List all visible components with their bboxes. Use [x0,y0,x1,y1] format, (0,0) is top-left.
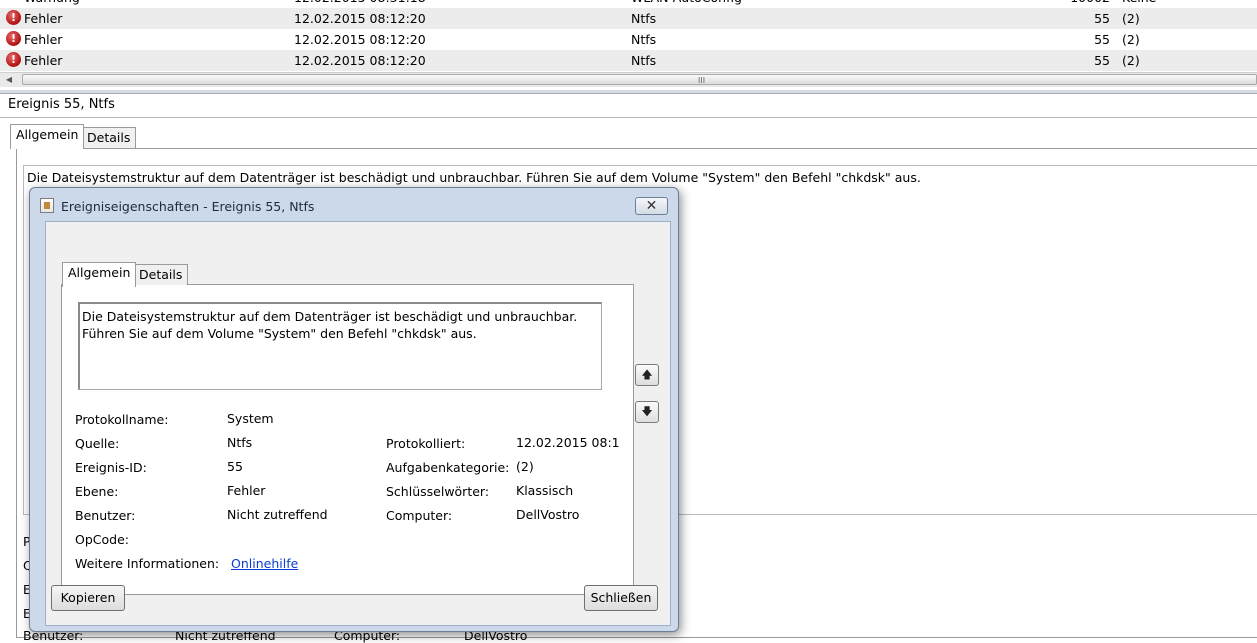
scroll-left-icon[interactable]: ◀ [2,73,16,87]
source-cell: Ntfs [631,32,657,47]
user-label: Benutzer: [75,508,136,523]
category-cell: (2) [1122,53,1140,68]
close-button[interactable]: Schließen [584,585,658,611]
table-row[interactable]: Warnung 12.02.2015 08:31:18 WLAN-AutoCon… [0,0,1257,8]
copy-button[interactable]: Kopieren [51,585,125,611]
id-cell: 55 [1094,11,1110,26]
logged-value: 12.02.2015 08:1 [516,435,620,450]
task-category-label: Aufgabenkategorie: [386,460,510,475]
category-cell: (2) [1122,32,1140,47]
level-value: Fehler [227,483,266,498]
arrow-up-icon: 🡅 [641,368,653,381]
arrow-down-icon: 🡇 [641,405,653,418]
user-value: Nicht zutreffend [227,507,328,522]
dialog-tab-allgemein[interactable]: Allgemein [62,262,137,287]
level-label: Ebene: [75,484,119,499]
event-id-value: 55 [227,459,243,474]
error-icon: ! [6,31,21,46]
computer-value: DellVostro [516,507,580,522]
logged-label: Protokolliert: [386,436,466,451]
source-cell: Ntfs [631,53,657,68]
event-description: Die Dateisystemstruktur auf dem Datenträ… [27,170,921,185]
computer-label: Computer: [386,508,453,523]
general-panel: Die Dateisystemstruktur auf dem Datenträ… [61,284,634,595]
dialog-client: Die Dateisystemstruktur auf dem Datenträ… [45,221,671,626]
divider [0,117,1257,118]
description-field[interactable]: Die Dateisystemstruktur auf dem Datenträ… [78,302,602,390]
event-properties-dialog: Ereigniseigenschaften - Ereignis 55, Ntf… [29,187,679,632]
date-cell: 12.02.2015 08:12:20 [294,53,426,68]
tab-details[interactable]: Details [81,127,137,148]
next-event-button[interactable]: 🡇 [635,401,659,423]
previous-event-button[interactable]: 🡅 [635,364,659,386]
opcode-label: OpCode: [75,532,129,547]
source-cell: Ntfs [631,11,657,26]
keywords-value: Klassisch [516,483,574,498]
table-row[interactable]: ! Fehler 12.02.2015 08:12:20 Ntfs 55 (2) [0,8,1257,29]
date-cell: 12.02.2015 08:31:18 [294,0,426,8]
category-cell: Keine [1122,0,1156,8]
close-icon[interactable]: ✕ [635,197,668,215]
event-id-label: Ereignis-ID: [75,460,147,475]
dialog-tab-details[interactable]: Details [133,264,189,285]
pane-title: Ereignis 55, Ntfs [8,97,115,112]
keywords-label: Schlüsselwörter: [386,484,490,499]
table-row[interactable]: ! Fehler 12.02.2015 08:12:20 Ntfs 55 (2) [0,29,1257,50]
scrollbar-thumb[interactable]: III [22,74,1257,85]
error-icon: ! [6,10,21,25]
event-list: Warnung 12.02.2015 08:31:18 WLAN-AutoCon… [0,0,1257,72]
pane-splitter[interactable] [0,90,1257,94]
id-cell: 55 [1094,53,1110,68]
online-help-link[interactable]: Onlinehilfe [231,556,298,571]
error-icon: ! [6,52,21,67]
grip-icon: III [698,76,706,85]
source-label: Quelle: [75,436,120,451]
level-cell: Warnung [24,0,80,8]
date-cell: 12.02.2015 08:12:20 [294,11,426,26]
more-info-label: Weitere Informationen: [75,556,220,571]
date-cell: 12.02.2015 08:12:20 [294,32,426,47]
log-name-value: System [227,411,274,426]
level-cell: Fehler [24,32,63,47]
level-cell: Fehler [24,11,63,26]
horizontal-scrollbar[interactable]: ◀ III [0,72,1257,87]
event-viewer-icon [40,198,54,213]
category-cell: (2) [1122,11,1140,26]
source-cell: WLAN-AutoConfig [631,0,742,8]
log-name-label: Protokollname: [75,412,169,427]
tab-allgemein[interactable]: Allgemein [10,124,85,149]
source-value: Ntfs [227,435,253,450]
id-cell: 55 [1094,32,1110,47]
dialog-title: Ereigniseigenschaften - Ereignis 55, Ntf… [61,199,315,214]
id-cell: 10002 [1040,0,1110,8]
level-cell: Fehler [24,53,63,68]
table-row[interactable]: ! Fehler 12.02.2015 08:12:20 Ntfs 55 (2) [0,50,1257,71]
task-category-value: (2) [516,459,534,474]
